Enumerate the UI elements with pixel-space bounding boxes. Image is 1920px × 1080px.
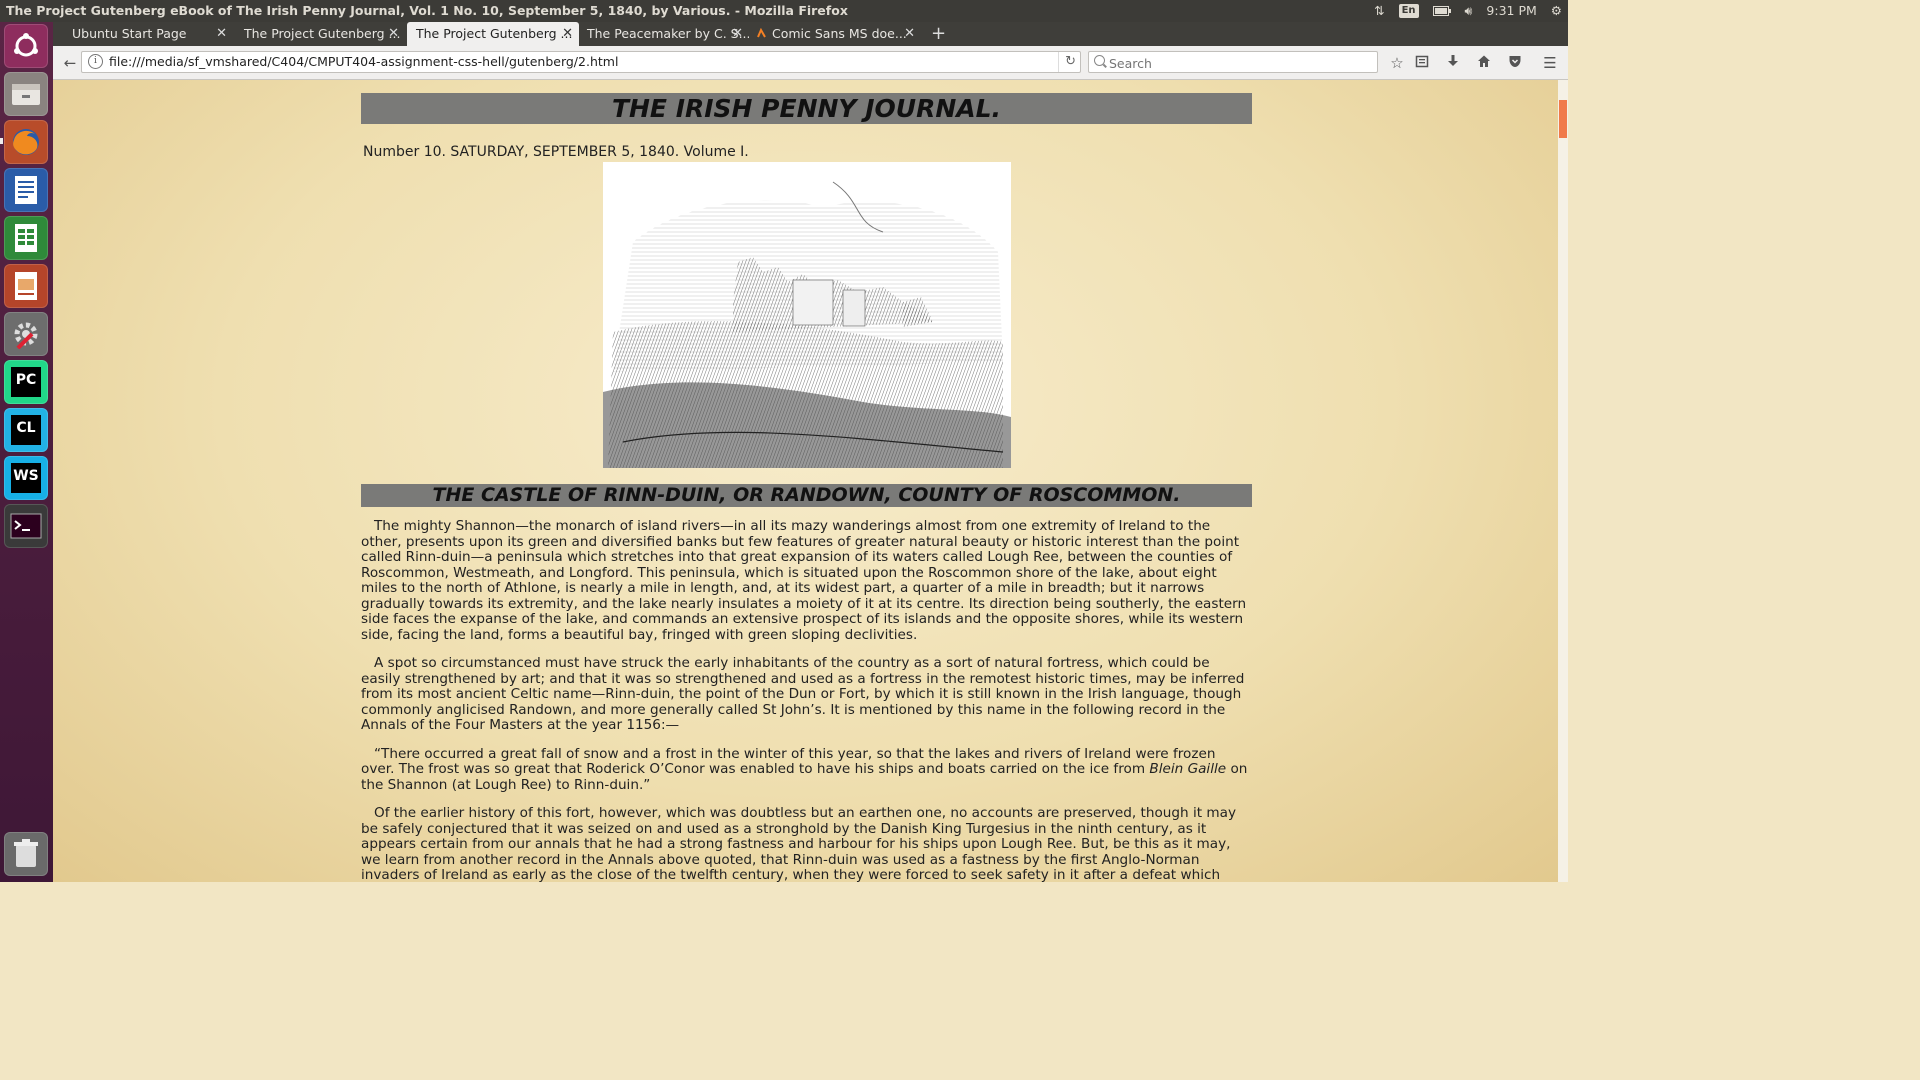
system-top-bar: The Project Gutenberg eBook of The Irish… [0,0,1568,22]
reading-list-icon[interactable] [1412,53,1432,73]
search-icon [1094,55,1105,66]
system-settings-icon[interactable] [4,312,48,356]
quote-place-name: Blein Gaille [1149,761,1227,777]
castle-illustration [602,162,1011,468]
tab-label: The Peacemaker by C. S... [587,26,749,41]
paragraph-1: The mighty Shannon—the monarch of island… [361,518,1247,643]
castle-ruin-engraving-icon [602,181,1011,468]
paragraph-3: “There occurred a great fall of snow and… [361,745,1252,794]
launcher-running-indicator [0,138,3,144]
impress-icon[interactable] [4,264,48,308]
webstorm-label: WS [11,463,41,493]
webstorm-icon[interactable]: WS [4,456,48,500]
firefox-icon[interactable] [4,120,48,164]
url-bar[interactable]: i file:///media/sf_vmshared/C404/CMPUT40… [81,51,1081,73]
back-button[interactable]: ← [59,52,81,74]
tab-label: Comic Sans MS doe... [772,26,907,41]
tab-comic-sans[interactable]: Comic Sans MS doe... ✕ [753,22,921,46]
stackexchange-favicon-icon [757,28,766,38]
clock[interactable]: 9:31 PM [1486,0,1536,22]
system-indicators: ⇅ En 🔊︎ 9:31 PM ⚙ [1374,0,1562,22]
pycharm-icon[interactable]: PC [4,360,48,404]
navigation-bar: ← i file:///media/sf_vmshared/C404/CMPUT… [53,46,1568,80]
ubuntu-dash-icon[interactable] [4,24,48,68]
home-icon[interactable] [1474,53,1494,73]
battery-icon[interactable] [1432,6,1451,16]
close-icon[interactable]: ✕ [388,22,399,46]
web-page: THE IRISH PENNY JOURNAL. Number 10. SATU… [53,80,1558,882]
window-title: The Project Gutenberg eBook of The Irish… [6,3,848,18]
quote-text-start: “There occurred a great fall of snow and… [361,745,1216,777]
close-icon[interactable]: ✕ [732,22,743,46]
calc-icon[interactable] [4,216,48,260]
article-heading: THE CASTLE OF RINN-DUIN, OR RANDOWN, COU… [361,484,1252,507]
info-icon[interactable]: i [88,54,103,69]
issue-line: Number 10. SATURDAY, SEPTEMBER 5, 1840. … [363,144,749,160]
paragraph-2: A spot so circumstanced must have struck… [361,655,1245,733]
close-icon[interactable]: ✕ [562,22,573,46]
writer-icon[interactable] [4,168,48,212]
tab-strip: Ubuntu Start Page ✕ The Project Gutenber… [53,22,1568,46]
tab-label: The Project Gutenberg ... [244,26,401,41]
pocket-icon[interactable] [1505,53,1525,73]
volume-icon[interactable]: 🔊︎ [1465,0,1473,22]
tab-gutenberg-2[interactable]: The Project Gutenberg ... ✕ [407,22,579,46]
tab-gutenberg-1[interactable]: The Project Gutenberg ... ✕ [235,22,405,46]
close-icon[interactable]: ✕ [904,22,915,46]
clion-icon[interactable]: CL [4,408,48,452]
pycharm-label: PC [11,367,41,397]
tab-ubuntu-start-page[interactable]: Ubuntu Start Page ✕ [53,22,233,46]
trash-icon[interactable] [4,832,48,876]
terminal-icon[interactable] [4,504,48,548]
menu-hamburger-icon[interactable]: ☰ [1540,53,1560,73]
new-tab-button[interactable]: + [931,22,946,46]
tab-peacemaker[interactable]: The Peacemaker by C. S... ✕ [579,22,749,46]
close-icon[interactable]: ✕ [216,22,227,46]
tab-label: The Project Gutenberg ... [416,26,573,41]
bookmark-star-icon[interactable]: ☆ [1387,53,1407,73]
unity-launcher: PC CL WS [0,22,54,882]
download-icon[interactable] [1443,53,1463,73]
article: THE IRISH PENNY JOURNAL. Number 10. SATU… [361,93,1252,882]
journal-title: THE IRISH PENNY JOURNAL. [361,93,1252,124]
files-icon[interactable] [4,72,48,116]
clion-label: CL [11,415,41,445]
paragraph-4: Of the earlier history of this fort, how… [361,805,1237,882]
keyboard-language-indicator[interactable]: En [1398,4,1419,18]
page-scrollbar[interactable] [1558,80,1568,882]
url-text[interactable]: file:///media/sf_vmshared/C404/CMPUT404-… [109,52,618,72]
tab-label: Ubuntu Start Page [72,26,187,41]
reload-icon[interactable]: ↻ [1058,52,1076,72]
network-icon[interactable]: ⇅ [1374,0,1384,22]
search-box[interactable] [1088,51,1378,73]
gear-icon[interactable]: ⚙ [1551,0,1562,22]
scrollbar-thumb[interactable] [1559,100,1567,138]
search-input[interactable] [1107,53,1371,73]
